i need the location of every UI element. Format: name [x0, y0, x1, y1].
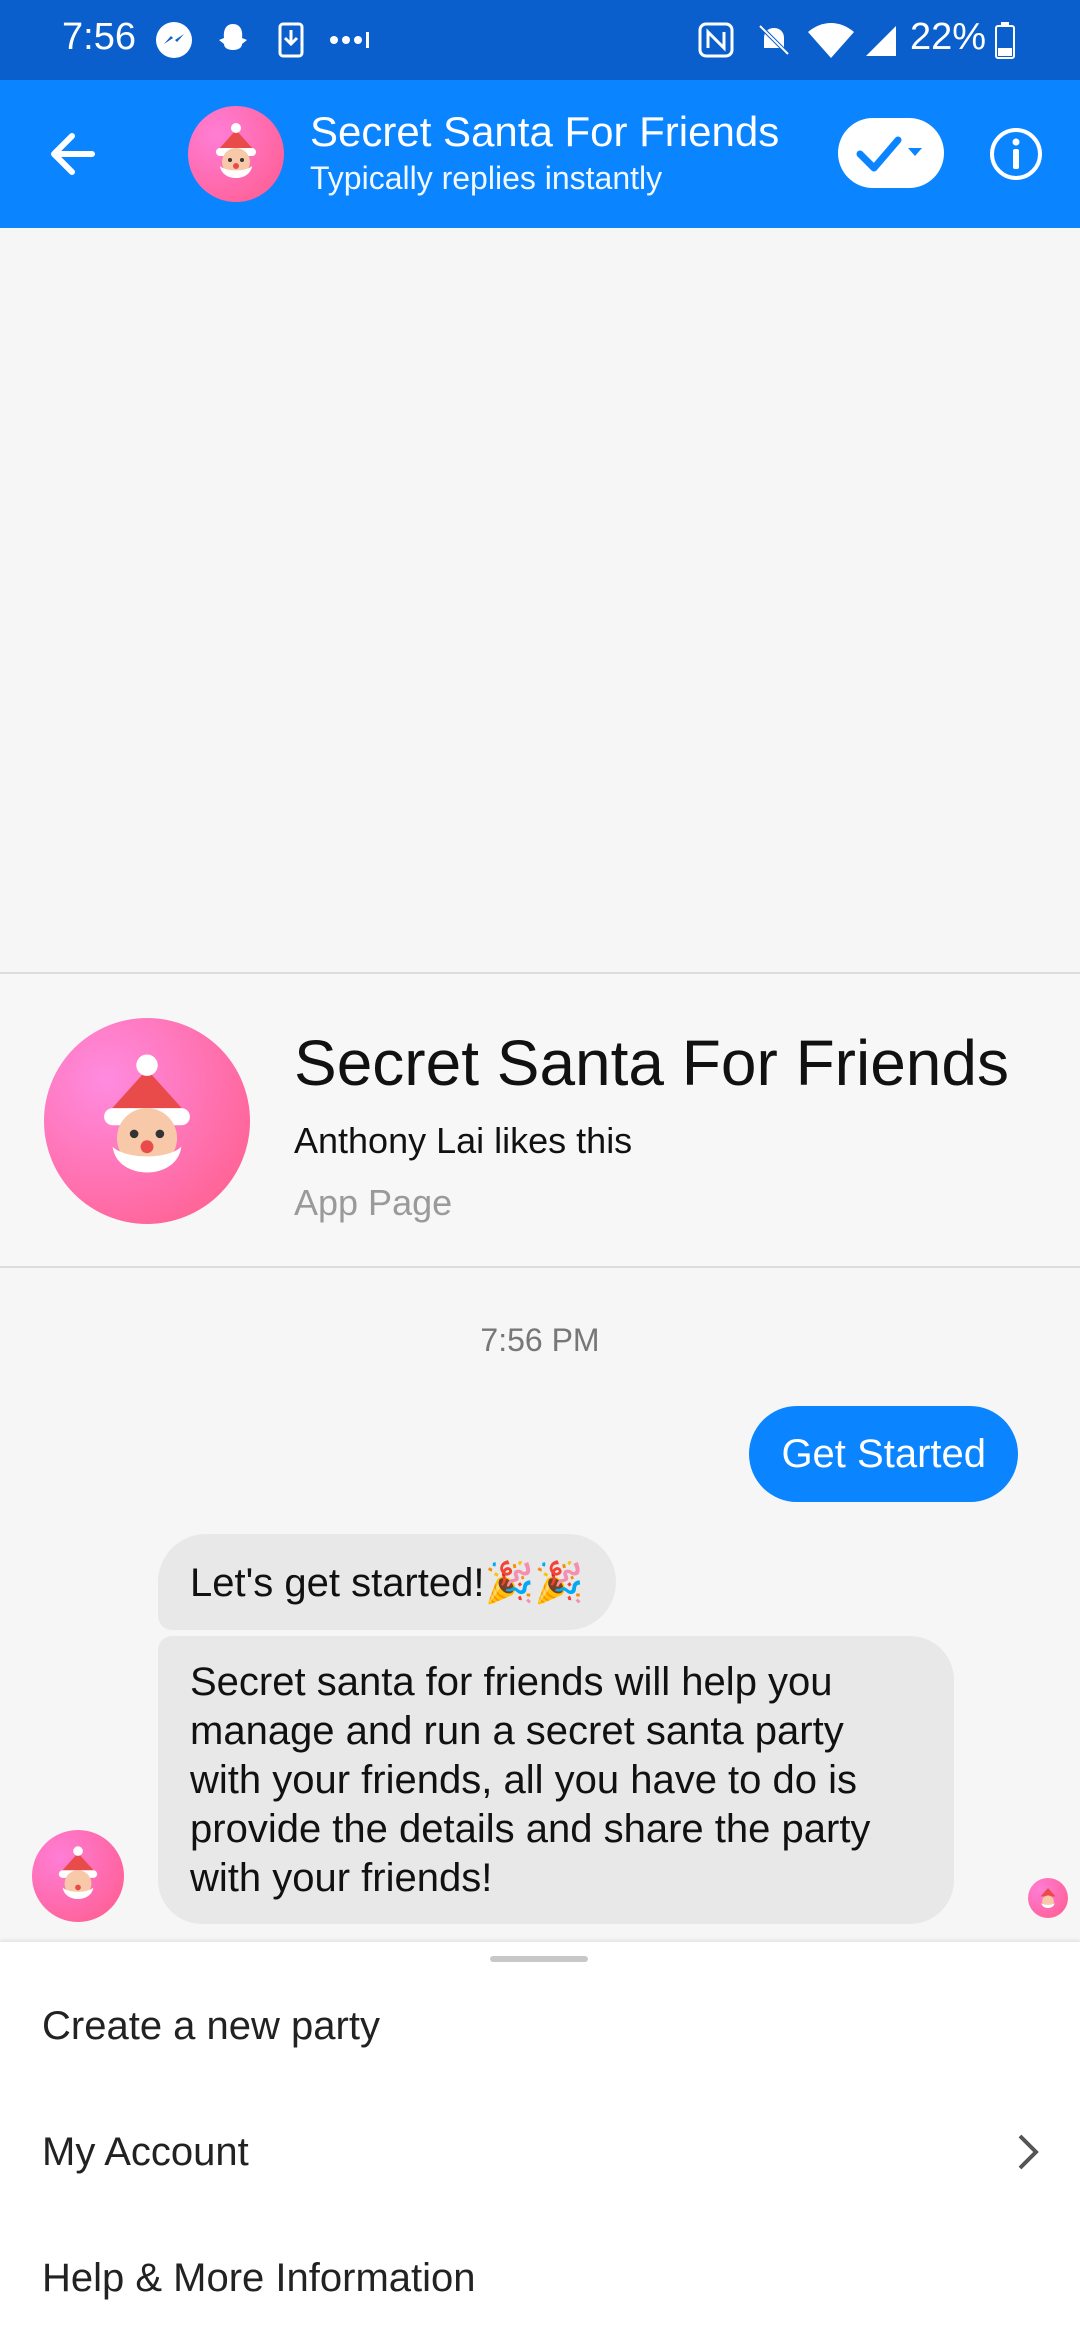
nfc-icon: [698, 22, 734, 58]
conversation-subtitle: Typically replies instantly: [310, 160, 663, 196]
chevron-right-icon: [1018, 2134, 1039, 2170]
page-title[interactable]: Secret Santa For Friends: [294, 1026, 1009, 1100]
menu-item-help[interactable]: Help & More Information: [42, 2256, 476, 2301]
download-icon: [278, 22, 304, 58]
status-bar: 7:56 22%: [0, 0, 1080, 80]
bell-off-icon: [758, 24, 790, 56]
battery-icon: [995, 22, 1015, 59]
received-message-bubble[interactable]: Let's get started!🎉🎉: [158, 1534, 617, 1630]
conversation-title[interactable]: Secret Santa For Friends: [310, 108, 779, 156]
read-receipt-avatar: [1028, 1878, 1068, 1918]
info-icon[interactable]: [988, 126, 1044, 182]
back-arrow-icon[interactable]: [44, 124, 104, 184]
page-likes-text: Anthony Lai likes this: [294, 1120, 633, 1161]
bot-avatar[interactable]: [32, 1830, 124, 1922]
page-info-card: Secret Santa For Friends Anthony Lai lik…: [0, 972, 1080, 1268]
status-time: 7:56: [62, 16, 136, 58]
signal-icon: [866, 26, 896, 56]
menu-item-create-party[interactable]: Create a new party: [42, 2004, 380, 2049]
santa-avatar[interactable]: [188, 106, 284, 202]
page-avatar[interactable]: [44, 1018, 250, 1224]
santa-face-icon: [216, 123, 256, 178]
battery-percent: 22%: [909, 16, 986, 58]
checkmark-dropdown-icon: [856, 136, 922, 172]
message-timestamp: 7:56 PM: [480, 1322, 600, 1358]
more-dots-icon: [330, 32, 369, 48]
santa-face-icon: [58, 1846, 98, 1899]
snapchat-icon: [219, 24, 247, 50]
wifi-icon: [808, 23, 854, 58]
chat-header: Secret Santa For Friends Typically repli…: [0, 80, 1080, 228]
sent-message-bubble[interactable]: Get Started: [749, 1406, 1018, 1502]
status-toggle-button[interactable]: [838, 118, 944, 188]
santa-face-icon: [1040, 1888, 1056, 1908]
page-type-label: App Page: [294, 1182, 453, 1223]
menu-item-my-account[interactable]: My Account: [42, 2130, 249, 2175]
sheet-drag-handle[interactable]: [490, 1956, 588, 1962]
received-message-bubble[interactable]: Secret santa for friends will help you m…: [158, 1636, 954, 1924]
messenger-icon: [156, 22, 192, 58]
santa-face-icon: [104, 1054, 190, 1173]
